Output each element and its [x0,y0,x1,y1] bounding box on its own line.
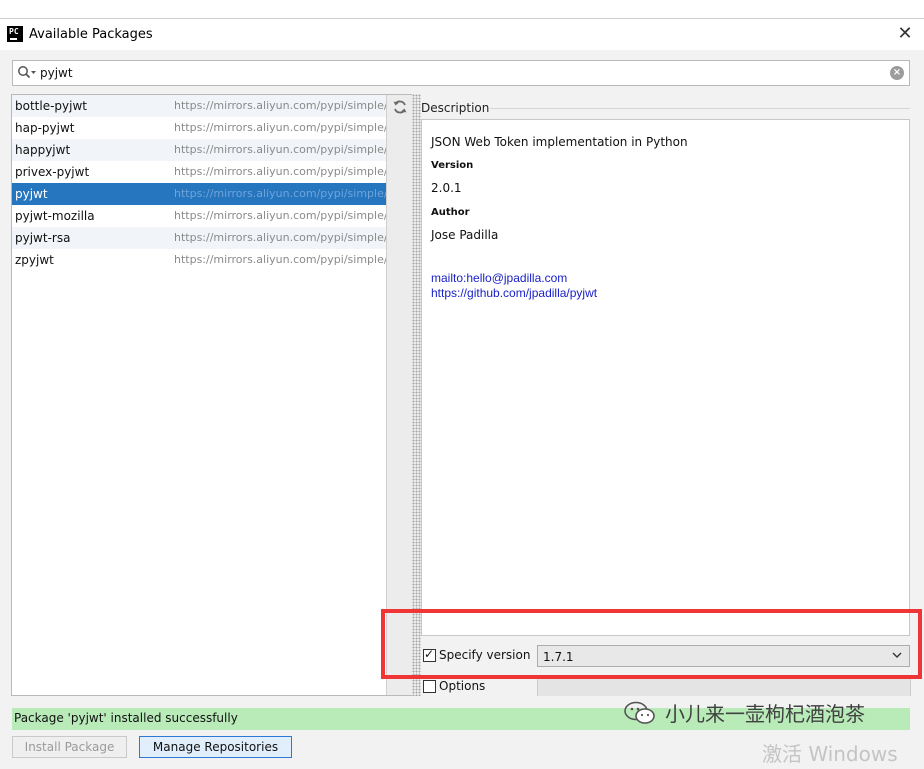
install-package-button[interactable]: Install Package [12,736,127,758]
status-message: Package 'pyjwt' installed successfully [14,711,238,725]
package-name: zpyjwt [15,253,54,267]
package-row[interactable]: pyjwt-rsa https://mirrors.aliyun.com/pypi… [12,227,386,249]
package-name: privex-pyjwt [15,165,90,179]
package-repo-url: https://mirrors.aliyun.com/pypi/simple/ [174,187,386,200]
manage-repositories-button[interactable]: Manage Repositories [139,736,292,758]
clear-search-icon[interactable]: × [890,66,904,80]
package-repo-url: https://mirrors.aliyun.com/pypi/simple/ [174,253,386,266]
refresh-icon[interactable] [392,99,408,115]
watermark-text: 小儿来一壶枸杞酒泡茶 [665,702,865,726]
description-panel: JSON Web Token implementation in Python … [421,119,910,636]
package-name: happyjwt [15,143,71,157]
package-row[interactable]: pyjwt-mozilla https://mirrors.aliyun.com/… [12,205,386,227]
options-input[interactable] [537,676,911,696]
package-name: bottle-pyjwt [15,99,87,113]
package-repo-url: https://mirrors.aliyun.com/pypi/simple/ [174,121,386,134]
red-highlight-annotation [381,609,922,679]
package-row[interactable]: bottle-pyjwt https://mirrors.aliyun.com/p… [12,95,386,117]
close-icon[interactable]: ✕ [894,23,916,45]
package-repo-url: https://mirrors.aliyun.com/pypi/simple/ [174,165,386,178]
package-row[interactable]: happyjwt https://mirrors.aliyun.com/pypi/… [12,139,386,161]
github-link[interactable]: https://github.com/jpadilla/pyjwt [431,286,597,300]
package-repo-url: https://mirrors.aliyun.com/pypi/simple/ [174,209,386,222]
package-name: pyjwt-rsa [15,231,71,245]
available-packages-dialog: PC Available Packages ✕ pyjwt × bottle-p… [0,18,924,769]
options-checkbox[interactable] [423,680,436,693]
package-summary: JSON Web Token implementation in Python [431,135,688,149]
package-name: pyjwt [15,187,48,201]
search-input[interactable]: pyjwt [40,66,73,80]
package-version: 2.0.1 [431,181,462,195]
search-field[interactable]: pyjwt × [12,60,910,86]
package-repo-url: https://mirrors.aliyun.com/pypi/simple/ [174,143,386,156]
options-row: Options [421,676,911,698]
panel-splitter[interactable] [412,94,421,696]
activate-windows-watermark: 激活 Windows [762,742,898,766]
description-heading: Description [421,101,490,115]
package-list-panel: bottle-pyjwt https://mirrors.aliyun.com/p… [11,94,412,696]
search-icon[interactable] [17,65,41,81]
package-name: pyjwt-mozilla [15,209,95,223]
package-row[interactable]: privex-pyjwt https://mirrors.aliyun.com/p… [12,161,386,183]
title-bar: PC Available Packages ✕ [0,19,924,50]
options-label[interactable]: Options [439,679,485,693]
email-link[interactable]: mailto:hello@jpadilla.com [431,271,567,285]
window-title: Available Packages [29,27,153,42]
package-author: Jose Padilla [431,228,499,242]
version-label: Version [431,160,474,171]
app-icon-label: PC [9,27,19,36]
package-row[interactable]: zpyjwt https://mirrors.aliyun.com/pypi/si… [12,249,386,271]
description-divider [490,108,910,109]
package-name: hap-pyjwt [15,121,75,135]
package-row[interactable]: pyjwt https://mirrors.aliyun.com/pypi/sim… [12,183,386,205]
package-row[interactable]: hap-pyjwt https://mirrors.aliyun.com/pypi… [12,117,386,139]
package-repo-url: https://mirrors.aliyun.com/pypi/simple/ [174,231,386,244]
author-label: Author [431,207,470,218]
wechat-icon [624,701,655,724]
package-list[interactable]: bottle-pyjwt https://mirrors.aliyun.com/p… [12,95,386,271]
list-toolbar [386,95,412,695]
package-repo-url: https://mirrors.aliyun.com/pypi/simple/ [174,99,386,112]
pycharm-icon: PC [7,26,23,42]
